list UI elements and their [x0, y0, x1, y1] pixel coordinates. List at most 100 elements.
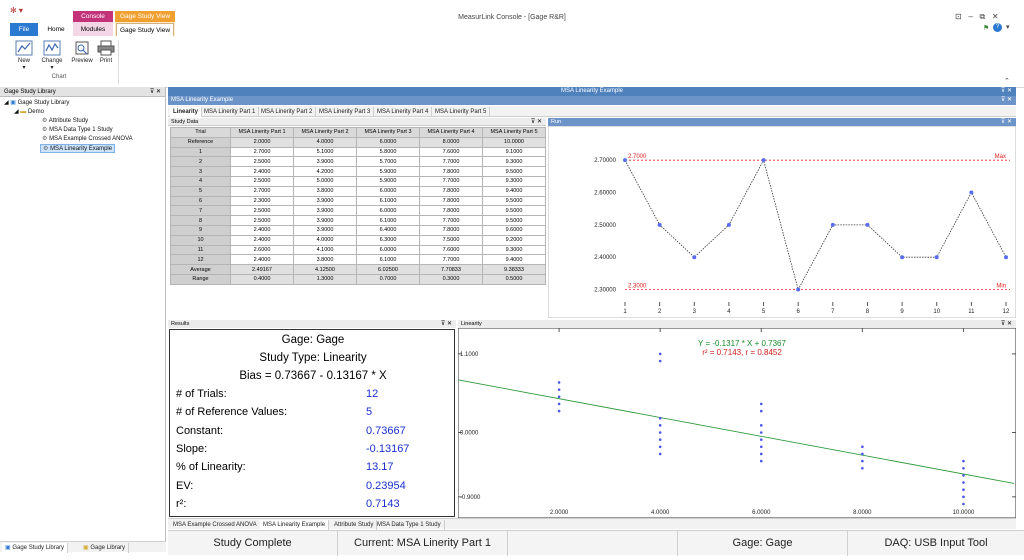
linearity-data-point[interactable] [861, 452, 864, 456]
linearity-data-point[interactable] [658, 416, 662, 420]
linearity-data-point[interactable] [557, 409, 561, 413]
tab-part-2[interactable]: MSA Linerity Part 2 [258, 107, 317, 117]
panel-controls[interactable]: ⊽ ✕ [1001, 118, 1012, 126]
table-row[interactable]: 11 2.6000 4.1000 6.0000 7.6000 9.3000 [170, 244, 546, 256]
run-data-point[interactable] [969, 190, 974, 195]
tab-part-4[interactable]: MSA Linerity Part 4 [374, 107, 433, 117]
change-button[interactable]: Change ▾ [38, 40, 66, 71]
tab-msa-type1[interactable]: MSA Data Type 1 Study [374, 520, 445, 530]
table-row[interactable]: 5 2.7000 3.8000 6.0000 7.8000 9.4000 [170, 185, 546, 197]
window-controls[interactable]: ⊡ – ⧉ ✕ [955, 12, 999, 22]
table-row[interactable]: Average 2.49167 4.12500 6.02500 7.70833 9.383… [170, 264, 546, 275]
linearity-data-point[interactable] [557, 395, 561, 399]
tab-msa-linearity[interactable]: MSA Linearity Example [260, 520, 330, 530]
tab-part-3[interactable]: MSA Linerity Part 3 [316, 107, 375, 117]
panel-controls[interactable]: ⊽ ✕ [1001, 96, 1012, 105]
table-row[interactable]: Range 0.4000 1.3000 0.7000 0.3000 0.5000 [170, 273, 546, 285]
run-data-point[interactable] [1004, 255, 1008, 260]
linearity-data-point[interactable] [759, 431, 763, 434]
linearity-data-point[interactable] [861, 459, 864, 463]
tab-gage-study-view[interactable]: Gage Study View [116, 23, 174, 36]
linearity-data-point[interactable] [759, 445, 763, 449]
table-row[interactable]: 6 2.3000 3.9000 6.1000 7.8000 9.5000 [170, 195, 546, 207]
linearity-data-point[interactable] [759, 438, 763, 441]
table-row[interactable]: 2 2.5000 3.9000 5.7000 7.7000 9.3000 [170, 156, 546, 168]
linearity-data-point[interactable] [658, 445, 662, 449]
table-row[interactable]: 4 2.5000 5.0000 5.9000 7.7000 9.3000 [170, 175, 546, 187]
linearity-data-point[interactable] [658, 352, 662, 356]
table-cell: 5.1000 [293, 146, 357, 158]
linearity-data-point[interactable] [557, 381, 561, 384]
tab-msa-crossed-anova[interactable]: MSA Example Crossed ANOVA [170, 520, 261, 530]
tab-gage-study-library[interactable]: ▣ Gage Study Library [2, 543, 69, 553]
linearity-data-point[interactable] [962, 481, 965, 484]
linearity-data-point[interactable] [962, 488, 965, 492]
run-data-point[interactable] [900, 255, 905, 260]
tree-item-msa-crossed-anova[interactable]: ⚙ MSA Example Crossed ANOVA [42, 135, 133, 142]
expand-icon[interactable]: ◢ [4, 100, 9, 106]
tab-gage-library[interactable]: ▣ Gage Library [80, 543, 130, 553]
tab-attribute-study[interactable]: Attribute Study [331, 520, 378, 530]
linearity-data-point[interactable] [962, 466, 965, 470]
linearity-data-point[interactable] [658, 431, 662, 434]
tab-file[interactable]: File [10, 23, 38, 36]
linearity-data-point[interactable] [658, 359, 662, 363]
linearity-data-point[interactable] [759, 409, 763, 413]
tab-linearity[interactable]: Linearity [170, 107, 203, 117]
linearity-data-point[interactable] [557, 388, 561, 391]
linearity-data-point[interactable] [658, 438, 662, 441]
panel-controls[interactable]: ⊽ ✕ [1001, 320, 1012, 328]
panel-controls[interactable]: ⊽ ✕ [150, 87, 161, 97]
run-data-point[interactable] [657, 222, 662, 227]
table-row[interactable]: 8 2.5000 3.9000 6.1000 7.7000 9.5000 [170, 215, 546, 226]
table-row[interactable]: 9 2.4000 3.9000 6.4000 7.8000 9.6000 [170, 224, 546, 236]
run-data-point[interactable] [692, 255, 697, 260]
linearity-data-point[interactable] [861, 445, 864, 449]
linearity-data-point[interactable] [658, 452, 662, 456]
run-data-point[interactable] [761, 158, 766, 163]
tab-part-1[interactable]: MSA Linerity Part 1 [201, 107, 260, 117]
linearity-data-point[interactable] [962, 495, 965, 499]
tree-item-msa-linearity[interactable]: ⚙ MSA Linearity Example [40, 144, 116, 153]
tab-part-5[interactable]: MSA Linerity Part 5 [432, 107, 491, 117]
tree-root[interactable]: ◢ ▣ Gage Study Library [4, 99, 69, 106]
table-row[interactable]: 7 2.5000 3.9000 6.0000 7.8000 9.5000 [170, 205, 546, 217]
expand-icon[interactable]: ◢ [14, 109, 19, 115]
tree-item-msa-type1[interactable]: ⚙ MSA Data Type 1 Study [42, 126, 113, 133]
linearity-data-point[interactable] [962, 459, 965, 463]
table-row[interactable]: Reference 2.0000 4.0000 6.0000 8.0000 10.0000 [170, 136, 546, 148]
linearity-data-point[interactable] [759, 402, 763, 406]
table-row[interactable]: 3 2.4000 4.2000 5.9000 7.8000 9.5000 [170, 166, 546, 177]
linearity-data-point[interactable] [557, 402, 561, 406]
linearity-data-point[interactable] [962, 502, 965, 506]
table-row[interactable]: 10 2.4000 4.0000 6.3000 7.5000 9.2000 [170, 234, 546, 246]
collapse-ribbon-icon[interactable]: ⌃ [1004, 77, 1010, 85]
linearity-data-point[interactable] [759, 424, 763, 427]
run-data-point[interactable] [934, 255, 939, 260]
linearity-data-point[interactable] [861, 466, 864, 470]
flag-icon[interactable]: ⚑ [983, 24, 989, 32]
run-data-point[interactable] [865, 222, 870, 227]
table-row[interactable]: 1 2.7000 5.1000 5.8000 7.6000 9.1000 [170, 146, 546, 158]
help-icon[interactable]: ? [993, 23, 1002, 32]
run-data-point[interactable] [623, 158, 627, 163]
panel-controls[interactable]: ⊽ ✕ [441, 320, 452, 328]
panel-controls[interactable]: ⊽ ✕ [1001, 87, 1012, 96]
tree-item-attribute-study[interactable]: ⚙ Attribute Study [42, 117, 88, 124]
run-data-point[interactable] [796, 287, 801, 292]
run-data-point[interactable] [726, 222, 731, 227]
tree-folder-demo[interactable]: ◢ ▬ Demo [14, 108, 44, 115]
linearity-data-point[interactable] [962, 474, 965, 477]
tab-modules[interactable]: Modules [75, 23, 111, 36]
tab-home[interactable]: Home [42, 23, 70, 36]
linearity-data-point[interactable] [658, 424, 662, 427]
table-row[interactable]: 12 2.4000 3.8000 6.1000 7.7000 9.4000 [170, 254, 546, 266]
new-button[interactable]: New ▾ [10, 40, 38, 71]
panel-controls[interactable]: ⊽ ✕ [531, 118, 542, 126]
linearity-data-point[interactable] [759, 459, 763, 463]
print-button[interactable]: Print [92, 40, 120, 64]
run-data-point[interactable] [830, 222, 835, 227]
chevron-down-icon[interactable]: ▾ [1006, 23, 1010, 31]
table-cell: 7.8000 [419, 195, 483, 207]
linearity-data-point[interactable] [759, 452, 763, 456]
